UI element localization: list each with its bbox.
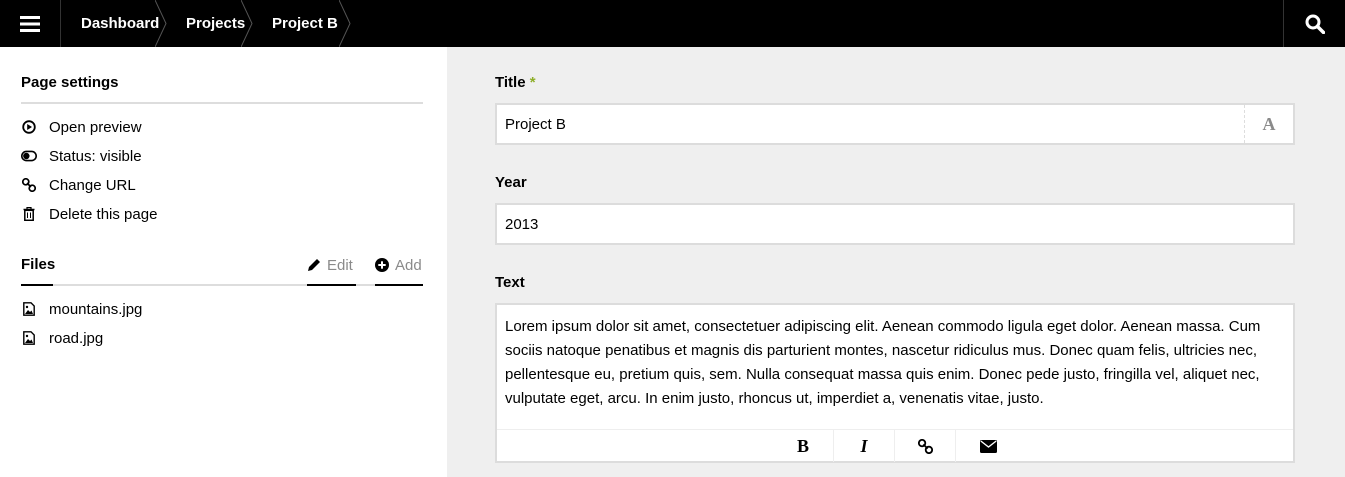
breadcrumb-separator-icon: [155, 0, 167, 47]
text-field-wrapper: Lorem ipsum dolor sit amet, consectetuer…: [495, 303, 1295, 463]
title-label-text: Title: [495, 74, 526, 91]
envelope-icon: [979, 439, 997, 453]
edit-label: Edit: [327, 256, 353, 274]
option-label: Open preview: [49, 118, 142, 136]
option-label: Status: visible: [49, 147, 142, 165]
top-bar: Dashboard Projects Project B: [0, 0, 1345, 47]
title-field-wrapper: A: [495, 103, 1295, 145]
italic-icon: I: [860, 435, 868, 456]
add-label: Add: [395, 256, 422, 274]
add-button-underline: [375, 284, 423, 286]
year-label: Year: [495, 174, 527, 191]
edit-button-underline: [307, 284, 356, 286]
required-marker: *: [529, 74, 536, 91]
files-heading-underline: [21, 284, 53, 286]
file-item[interactable]: mountains.jpg: [21, 298, 142, 320]
font-a-icon: A: [1262, 113, 1276, 134]
year-field-wrapper: [495, 203, 1295, 245]
link-button[interactable]: [895, 430, 956, 462]
title-format-button[interactable]: A: [1244, 105, 1293, 143]
pencil-icon: [307, 258, 321, 272]
breadcrumb-label: Project B: [272, 15, 338, 32]
image-file-icon: [21, 330, 37, 346]
bold-button[interactable]: B: [773, 430, 834, 462]
plus-circle-icon: [375, 258, 389, 272]
italic-button[interactable]: I: [834, 430, 895, 462]
file-name: mountains.jpg: [49, 300, 143, 318]
email-button[interactable]: [958, 430, 1018, 462]
divider: [21, 284, 423, 286]
option-label: Delete this page: [49, 205, 158, 223]
trash-icon: [21, 206, 37, 222]
breadcrumb-label: Dashboard: [81, 15, 160, 32]
breadcrumb-separator-icon: [241, 0, 253, 47]
status-toggle[interactable]: Status: visible: [21, 145, 142, 167]
add-file-button[interactable]: Add: [375, 254, 422, 276]
delete-page-link[interactable]: Delete this page: [21, 203, 157, 225]
menu-button[interactable]: [0, 0, 61, 47]
hamburger-icon: [20, 15, 40, 32]
breadcrumb: Dashboard Projects Project B: [61, 0, 351, 47]
breadcrumb-projects[interactable]: Projects: [167, 0, 253, 47]
image-file-icon: [21, 301, 37, 317]
open-preview-link[interactable]: Open preview: [21, 116, 142, 138]
text-label: Text: [495, 274, 525, 291]
title-input[interactable]: [497, 105, 1245, 143]
option-label: Change URL: [49, 176, 136, 194]
page-settings-heading: Page settings: [21, 74, 119, 91]
search-button[interactable]: [1283, 0, 1345, 47]
toggle-icon: [21, 148, 37, 164]
chain-link-icon: [917, 438, 933, 454]
divider: [21, 102, 423, 104]
files-heading: Files: [21, 256, 56, 273]
sidebar: Page settings Open preview Status: visib…: [0, 47, 447, 477]
breadcrumb-project-b[interactable]: Project B: [253, 0, 351, 47]
chain-link-icon: [21, 177, 37, 193]
play-circle-icon: [21, 119, 37, 135]
file-name: road.jpg: [49, 329, 104, 347]
change-url-link[interactable]: Change URL: [21, 174, 136, 196]
title-label: Title *: [495, 74, 536, 91]
file-item[interactable]: road.jpg: [21, 327, 103, 349]
breadcrumb-label: Projects: [186, 15, 246, 32]
breadcrumb-separator-icon: [339, 0, 351, 47]
edit-files-button[interactable]: Edit: [307, 254, 353, 276]
breadcrumb-dashboard[interactable]: Dashboard: [61, 0, 167, 47]
bold-icon: B: [796, 435, 809, 456]
text-textarea[interactable]: Lorem ipsum dolor sit amet, consectetuer…: [497, 305, 1293, 429]
search-icon: [1305, 14, 1325, 34]
main-form: Title * A Year Text Lorem ipsum dolor si…: [447, 47, 1345, 477]
text-editor-toolbar: B I: [497, 429, 1293, 462]
year-input[interactable]: [497, 205, 1293, 243]
